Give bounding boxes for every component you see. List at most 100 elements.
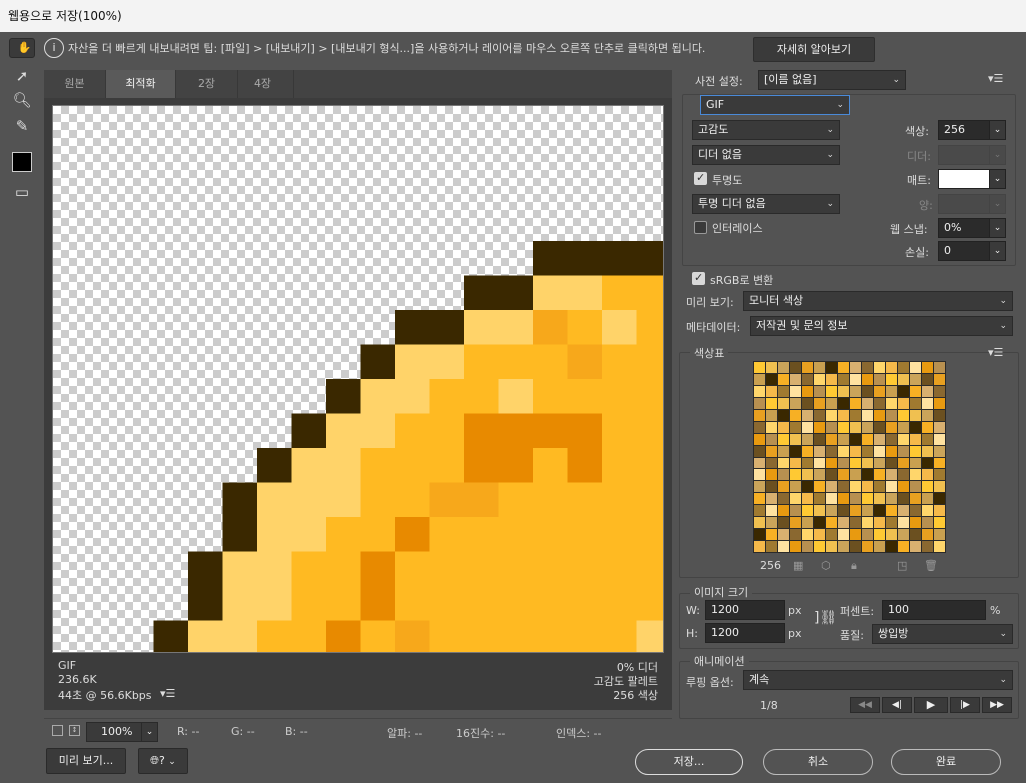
cancel-button[interactable]: 취소 (763, 749, 873, 775)
palette-swatch[interactable] (898, 541, 909, 552)
palette-swatch[interactable] (766, 457, 777, 469)
palette-swatch[interactable] (898, 529, 909, 541)
palette-swatch[interactable] (898, 373, 909, 385)
palette-swatch[interactable] (826, 481, 837, 493)
palette-swatch[interactable] (814, 529, 825, 541)
palette-swatch[interactable] (754, 481, 765, 493)
color-table-menu-icon[interactable]: ▾☰ (988, 346, 1003, 359)
palette-swatch[interactable] (838, 505, 849, 517)
palette-swatch[interactable] (838, 517, 849, 529)
palette-swatch[interactable] (802, 385, 813, 397)
palette-swatch[interactable] (862, 409, 873, 421)
palette-swatch[interactable] (814, 457, 825, 469)
palette-swatch[interactable] (802, 517, 813, 529)
image-preview[interactable] (52, 105, 664, 653)
palette-swatch[interactable] (766, 409, 777, 421)
palette-swatch[interactable] (862, 529, 873, 541)
preview-select[interactable]: 모니터 색상 ⌄ (743, 291, 1013, 311)
palette-swatch[interactable] (898, 445, 909, 457)
transparency-checkbox[interactable] (694, 171, 707, 185)
palette-swatch[interactable] (898, 421, 909, 433)
palette-swatch[interactable] (826, 445, 837, 457)
palette-swatch[interactable] (814, 421, 825, 433)
palette-swatch[interactable] (874, 457, 885, 469)
save-button[interactable]: 저장... (635, 749, 743, 775)
palette-swatch[interactable] (898, 409, 909, 421)
dither-algorithm-select[interactable]: 디더 없음 ⌄ (692, 145, 840, 165)
palette-swatch[interactable] (934, 493, 945, 505)
palette-swatch[interactable] (766, 469, 777, 481)
palette-swatch[interactable] (814, 445, 825, 457)
trash-icon[interactable]: 🗑︎ (924, 559, 938, 572)
palette-swatch[interactable] (826, 469, 837, 481)
palette-swatch[interactable] (874, 529, 885, 541)
palette-swatch[interactable] (826, 517, 837, 529)
palette-swatch[interactable] (874, 397, 885, 409)
palette-swatch[interactable] (766, 493, 777, 505)
palette-swatch[interactable] (778, 421, 789, 433)
palette-swatch[interactable] (826, 541, 837, 552)
palette-swatch[interactable] (934, 397, 945, 409)
palette-swatch[interactable] (886, 421, 897, 433)
palette-swatch[interactable] (922, 457, 933, 469)
palette-swatch[interactable] (910, 373, 921, 385)
palette-swatch[interactable] (790, 433, 801, 445)
palette-swatch[interactable] (790, 385, 801, 397)
palette-swatch[interactable] (802, 481, 813, 493)
palette-swatch[interactable] (838, 481, 849, 493)
palette-swatch[interactable] (790, 493, 801, 505)
palette-swatch[interactable] (790, 469, 801, 481)
palette-swatch[interactable] (910, 445, 921, 457)
palette-swatch[interactable] (850, 517, 861, 529)
palette-swatch[interactable] (766, 373, 777, 385)
palette-swatch[interactable] (766, 362, 777, 373)
link-icon[interactable]: ]⛓︎ (814, 610, 837, 626)
palette-swatch[interactable] (802, 409, 813, 421)
palette-swatch[interactable] (850, 373, 861, 385)
palette-swatch[interactable] (862, 457, 873, 469)
palette-swatch[interactable] (850, 385, 861, 397)
palette-swatch[interactable] (814, 541, 825, 552)
palette-swatch[interactable] (802, 493, 813, 505)
palette-swatch[interactable] (934, 505, 945, 517)
fit-view-icon[interactable] (52, 725, 63, 736)
palette-swatch[interactable] (886, 373, 897, 385)
palette-swatch[interactable] (778, 385, 789, 397)
palette-swatch[interactable] (826, 493, 837, 505)
palette-swatch[interactable] (922, 541, 933, 552)
palette-swatch[interactable] (826, 409, 837, 421)
palette-swatch[interactable] (898, 385, 909, 397)
palette-swatch[interactable] (778, 397, 789, 409)
palette-swatch[interactable] (934, 421, 945, 433)
palette-swatch[interactable] (850, 505, 861, 517)
palette-swatch[interactable] (754, 493, 765, 505)
palette-swatch[interactable] (934, 385, 945, 397)
palette-swatch[interactable] (838, 362, 849, 373)
palette-swatch[interactable] (910, 409, 921, 421)
palette-swatch[interactable] (874, 517, 885, 529)
palette-swatch[interactable] (790, 397, 801, 409)
websnap-combo[interactable]: 0% ⌄ (938, 218, 1006, 238)
palette-swatch[interactable] (874, 505, 885, 517)
palette-swatch[interactable] (814, 433, 825, 445)
eyedropper-color-swatch[interactable] (9, 150, 35, 174)
palette-swatch[interactable] (838, 529, 849, 541)
palette-swatch[interactable] (862, 397, 873, 409)
palette-swatch[interactable] (862, 517, 873, 529)
palette-swatch[interactable] (910, 529, 921, 541)
new-color-icon[interactable]: ◳ (897, 559, 907, 572)
learn-more-button[interactable]: 자세히 알아보기 (753, 37, 875, 62)
tab-2up[interactable]: 2장 (176, 70, 238, 98)
palette-swatch[interactable] (778, 445, 789, 457)
palette-swatch[interactable] (910, 362, 921, 373)
palette-swatch[interactable] (778, 457, 789, 469)
palette-swatch[interactable] (910, 457, 921, 469)
palette-swatch[interactable] (826, 373, 837, 385)
palette-swatch[interactable] (754, 541, 765, 552)
palette-swatch[interactable] (874, 469, 885, 481)
palette-swatch[interactable] (790, 445, 801, 457)
palette-swatch[interactable] (778, 469, 789, 481)
palette-swatch[interactable] (838, 385, 849, 397)
palette-swatch[interactable] (754, 445, 765, 457)
palette-swatch[interactable] (790, 505, 801, 517)
